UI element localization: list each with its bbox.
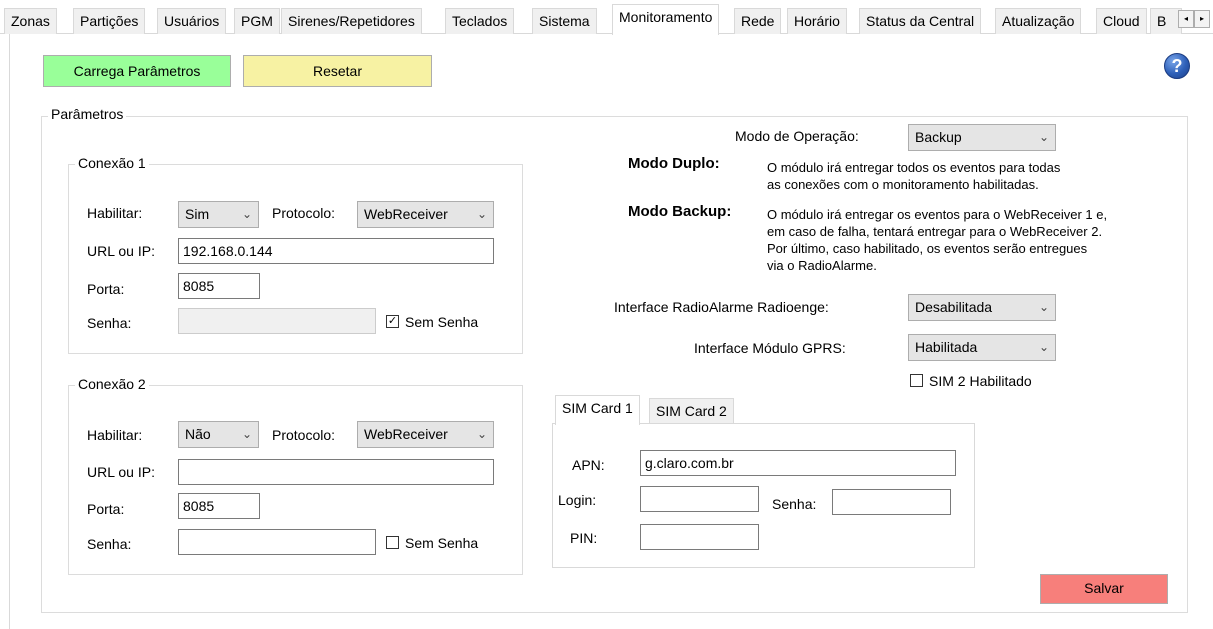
dual-mode-description: O módulo irá entregar todos os eventos p… — [767, 159, 1060, 193]
tab-sim-card-1[interactable]: SIM Card 1 — [555, 395, 640, 425]
tab-cloud[interactable]: Cloud — [1096, 8, 1147, 34]
chevron-down-icon: ⌄ — [1038, 340, 1049, 354]
conn1-protocol-value: WebReceiver — [364, 206, 448, 222]
sim2-enabled-label: SIM 2 Habilitado — [929, 373, 1032, 389]
conn1-password-input[interactable] — [178, 308, 376, 334]
tab-rede[interactable]: Rede — [734, 8, 782, 34]
conn2-password-input[interactable] — [178, 529, 376, 555]
backup-mode-line-4: via o RadioAlarme. — [767, 258, 877, 273]
conn2-no-password-label: Sem Senha — [405, 535, 479, 551]
conn1-enable-label: Habilitar: — [87, 205, 143, 221]
backup-mode-line-3: Por último, caso habilitado, os eventos … — [767, 241, 1088, 256]
tab-usuarios[interactable]: Usuários — [157, 8, 227, 34]
tab-scroll-right-icon[interactable]: ▸ — [1194, 10, 1210, 28]
conn1-protocol-select[interactable]: WebReceiver ⌄ — [357, 201, 494, 228]
sim2-enabled-checkbox[interactable] — [910, 374, 923, 387]
tab-pgm[interactable]: PGM — [234, 8, 280, 34]
conn2-enable-label: Habilitar: — [87, 427, 143, 443]
conn2-port-input[interactable]: 8085 — [178, 493, 260, 519]
gprs-interface-label: Interface Módulo GPRS: — [694, 340, 846, 356]
tab-strip: Zonas Partições Usuários PGM Sirenes/Rep… — [0, 0, 1213, 35]
tab-monitoramento[interactable]: Monitoramento — [612, 4, 720, 35]
conn1-url-input[interactable]: 192.168.0.144 — [178, 238, 494, 264]
tab-particoes[interactable]: Partições — [73, 8, 146, 34]
pin-label: PIN: — [570, 530, 598, 546]
tab-horario[interactable]: Horário — [787, 8, 847, 34]
chevron-down-icon: ⌄ — [1038, 130, 1049, 144]
conn2-protocol-select[interactable]: WebReceiver ⌄ — [357, 421, 494, 448]
conn2-port-label: Porta: — [87, 501, 125, 517]
page-border — [9, 34, 10, 629]
chevron-down-icon: ⌄ — [241, 207, 252, 221]
dual-mode-line-1: O módulo irá entregar todos os eventos p… — [767, 160, 1061, 175]
operation-mode-label: Modo de Operação: — [735, 128, 859, 144]
conn1-no-password-checkbox[interactable]: ✓ — [386, 315, 399, 328]
radioalarm-interface-value: Desabilitada — [915, 299, 993, 315]
conn1-protocol-label: Protocolo: — [272, 205, 336, 221]
operation-mode-value: Backup — [915, 129, 962, 145]
conn2-password-label: Senha: — [87, 536, 132, 552]
chevron-down-icon: ⌄ — [1038, 300, 1049, 314]
parameters-title: Parâmetros — [48, 106, 127, 122]
backup-mode-line-2: em caso de falha, tentará entregar para … — [767, 224, 1103, 239]
chevron-down-icon: ⌄ — [241, 427, 252, 441]
sim-password-label: Senha: — [772, 496, 817, 512]
conn1-password-label: Senha: — [87, 315, 132, 331]
backup-mode-title: Modo Backup: — [628, 203, 732, 220]
login-label: Login: — [558, 492, 597, 508]
conn2-enable-value: Não — [185, 426, 211, 442]
conn2-protocol-label: Protocolo: — [272, 427, 336, 443]
tab-sim-card-2[interactable]: SIM Card 2 — [649, 398, 734, 424]
pin-input[interactable] — [640, 524, 759, 550]
conn2-url-label: URL ou IP: — [87, 464, 155, 480]
conn2-url-input[interactable] — [178, 459, 494, 485]
conn2-enable-select[interactable]: Não ⌄ — [178, 421, 259, 448]
load-parameters-button[interactable]: Carrega Parâmetros — [43, 55, 231, 87]
conn1-port-input[interactable]: 8085 — [178, 273, 260, 299]
conn1-enable-value: Sim — [185, 206, 210, 222]
tab-sirenes[interactable]: Sirenes/Repetidores — [281, 8, 422, 34]
dual-mode-line-2: as conexões com o monitoramento habilita… — [767, 177, 1039, 192]
conn2-no-password-checkbox[interactable] — [386, 536, 399, 549]
conn1-enable-select[interactable]: Sim ⌄ — [178, 201, 259, 228]
operation-mode-select[interactable]: Backup ⌄ — [908, 124, 1056, 151]
tab-teclados[interactable]: Teclados — [445, 8, 515, 34]
tab-scroll-left-icon[interactable]: ◂ — [1178, 10, 1194, 28]
tab-zonas[interactable]: Zonas — [4, 8, 57, 34]
tab-sistema[interactable]: Sistema — [532, 8, 597, 34]
login-input[interactable] — [640, 486, 759, 512]
sim-password-input[interactable] — [832, 489, 951, 515]
radioalarm-interface-label: Interface RadioAlarme Radioenge: — [614, 299, 829, 315]
conn2-protocol-value: WebReceiver — [364, 426, 448, 442]
conn1-port-label: Porta: — [87, 281, 125, 297]
conn1-no-password-label: Sem Senha — [405, 314, 479, 330]
tab-status-central[interactable]: Status da Central — [859, 8, 982, 34]
chevron-down-icon: ⌄ — [476, 427, 487, 441]
tab-atualizacao[interactable]: Atualização — [995, 8, 1082, 34]
connection-1-title: Conexão 1 — [75, 155, 149, 171]
backup-mode-description: O módulo irá entregar os eventos para o … — [767, 206, 1107, 274]
conn1-url-label: URL ou IP: — [87, 243, 155, 259]
help-icon[interactable]: ? — [1164, 53, 1190, 79]
dual-mode-title: Modo Duplo: — [628, 155, 720, 172]
connection-2-title: Conexão 2 — [75, 376, 149, 392]
reset-button[interactable]: Resetar — [243, 55, 432, 87]
radioalarm-interface-select[interactable]: Desabilitada ⌄ — [908, 294, 1056, 321]
apn-input[interactable]: g.claro.com.br — [640, 450, 956, 476]
checkmark-icon: ✓ — [387, 315, 398, 327]
apn-label: APN: — [572, 457, 605, 473]
save-button[interactable]: Salvar — [1040, 574, 1168, 604]
gprs-interface-value: Habilitada — [915, 339, 978, 355]
backup-mode-line-1: O módulo irá entregar os eventos para o … — [767, 207, 1108, 222]
chevron-down-icon: ⌄ — [476, 207, 487, 221]
gprs-interface-select[interactable]: Habilitada ⌄ — [908, 334, 1056, 361]
